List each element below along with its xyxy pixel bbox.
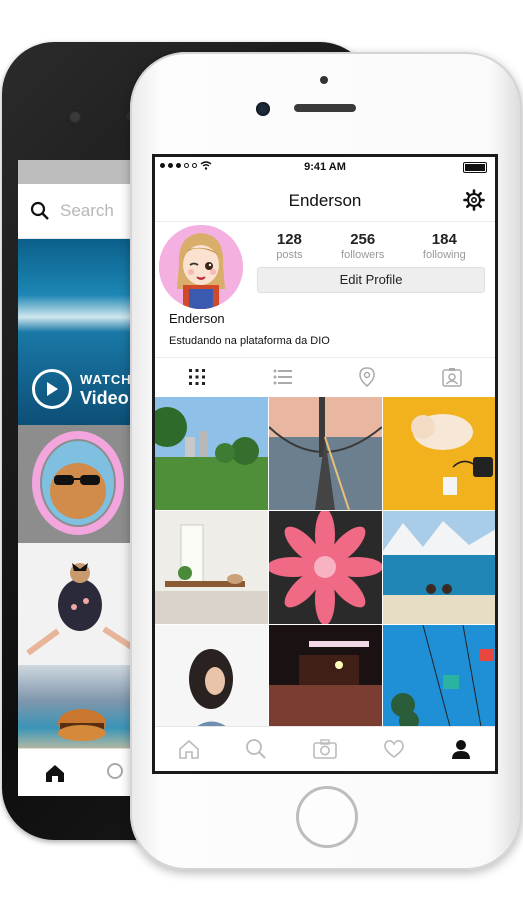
gear-icon[interactable] xyxy=(463,189,485,211)
home-button[interactable] xyxy=(296,786,358,848)
dog-photo-tile[interactable] xyxy=(18,543,148,665)
earpiece-speaker xyxy=(294,104,356,112)
search-icon[interactable] xyxy=(245,738,267,760)
page-title: Enderson xyxy=(288,191,362,210)
search-icon xyxy=(30,201,49,220)
burger-photo-tile[interactable] xyxy=(18,665,148,755)
grid-icon[interactable] xyxy=(188,368,206,386)
profile-header: Enderson xyxy=(155,179,495,222)
cat-photo-tile[interactable] xyxy=(18,425,148,543)
home-icon[interactable] xyxy=(44,762,66,784)
photo-grid xyxy=(155,397,495,738)
avatar[interactable] xyxy=(159,225,243,309)
video-tile[interactable]: WATCH Video xyxy=(18,239,148,425)
home-icon[interactable] xyxy=(178,738,200,760)
profile-info: 128 posts 256 followers 184 following Ed… xyxy=(155,221,495,358)
stat-label: following xyxy=(422,249,466,261)
battery-icon xyxy=(463,162,487,173)
search-icon[interactable] xyxy=(106,762,128,784)
heart-icon[interactable] xyxy=(383,739,405,759)
foreground-phone: 9:41 AM Enderson 128 posts 256 followers… xyxy=(130,52,522,870)
explore-search-bar[interactable]: Search xyxy=(18,184,148,239)
location-pin-icon[interactable] xyxy=(359,367,376,387)
photo-lake[interactable] xyxy=(383,511,495,624)
photo-woman[interactable] xyxy=(155,625,268,738)
front-camera xyxy=(256,102,270,116)
tagged-photos-icon[interactable] xyxy=(442,367,462,387)
stat-value: 256 xyxy=(350,231,376,248)
play-icon xyxy=(32,369,72,409)
watch-video-label: WATCH Video xyxy=(32,369,132,409)
status-time: 9:41 AM xyxy=(304,161,346,173)
stat-followers[interactable]: 256 followers xyxy=(341,231,384,261)
search-placeholder: Search xyxy=(60,201,114,220)
stat-value: 128 xyxy=(276,231,302,248)
proximity-sensor xyxy=(320,76,328,84)
back-status-bar xyxy=(18,160,148,184)
list-icon[interactable] xyxy=(273,369,293,385)
camera-icon[interactable] xyxy=(313,739,337,759)
back-phone-camera xyxy=(68,110,82,124)
profile-stats: 128 posts 256 followers 184 following xyxy=(257,231,485,261)
profile-icon[interactable] xyxy=(450,738,472,760)
photo-pink-flower[interactable] xyxy=(269,511,382,624)
profile-screen: 9:41 AM Enderson 128 posts 256 followers… xyxy=(152,154,498,774)
video-label: Video xyxy=(80,388,129,408)
explore-screen: Search WATCH Video xyxy=(18,160,148,796)
profile-bio: Estudando na plataforma da DIO xyxy=(169,335,330,347)
stat-label: posts xyxy=(276,249,303,261)
view-tabs xyxy=(155,357,495,398)
photo-cat-yellow[interactable] xyxy=(383,397,495,510)
profile-name: Enderson xyxy=(169,311,225,326)
stat-posts[interactable]: 128 posts xyxy=(276,231,302,261)
back-tab-bar xyxy=(18,748,148,796)
stat-following[interactable]: 184 following xyxy=(423,231,466,261)
bottom-tab-bar xyxy=(155,726,495,771)
photo-concert[interactable] xyxy=(269,625,382,738)
photo-room[interactable] xyxy=(155,511,268,624)
stat-value: 184 xyxy=(431,231,457,248)
photo-ride[interactable] xyxy=(383,625,495,738)
edit-profile-button[interactable]: Edit Profile xyxy=(257,267,485,293)
watch-label: WATCH xyxy=(80,372,132,387)
stat-label: followers xyxy=(341,249,385,261)
photo-park[interactable] xyxy=(155,397,268,510)
status-bar: 9:41 AM xyxy=(155,157,495,179)
photo-bridge[interactable] xyxy=(269,397,382,510)
